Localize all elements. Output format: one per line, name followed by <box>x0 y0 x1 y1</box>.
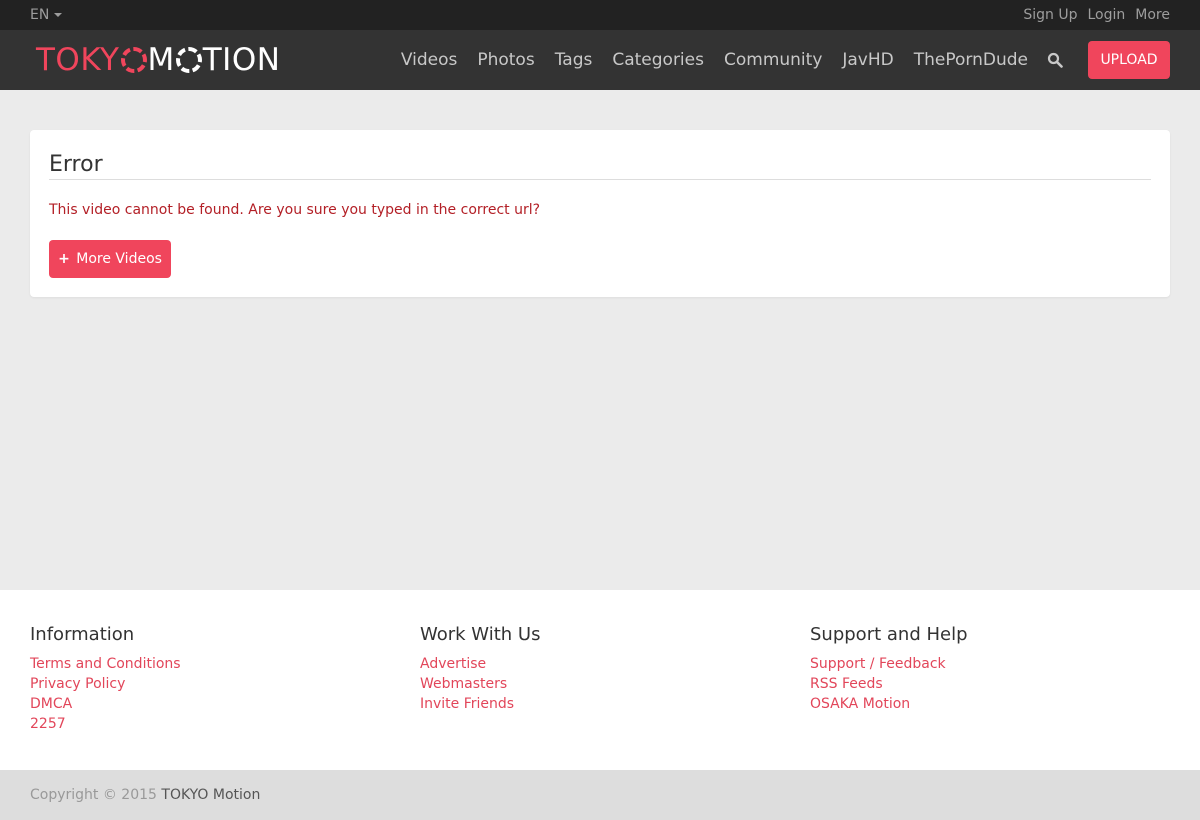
error-title: Error <box>49 152 103 177</box>
nav-item-photos[interactable]: Photos <box>477 50 534 70</box>
nav-item-categories[interactable]: Categories <box>612 50 704 70</box>
terms-link[interactable]: Terms and Conditions <box>30 654 181 674</box>
copyright-text: Copyright © 2015 <box>30 787 157 803</box>
advertise-link[interactable]: Advertise <box>420 654 540 674</box>
invite-friends-link[interactable]: Invite Friends <box>420 694 540 714</box>
language-selector[interactable]: EN <box>30 0 63 30</box>
primary-nav: Videos Photos Tags Categories Community … <box>401 30 1028 90</box>
logo-text-tokyo: TOKY <box>36 42 120 78</box>
nav-item-theporndude[interactable]: ThePornDude <box>914 50 1028 70</box>
copyright-brand: TOKYO Motion <box>161 787 261 803</box>
copyright-bar: Copyright © 2015 TOKYO Motion <box>0 770 1200 820</box>
plus-icon: + <box>58 251 70 267</box>
footer-column-work-with-us: Work With Us Advertise Webmasters Invite… <box>420 624 540 714</box>
error-message: This video cannot be found. Are you sure… <box>49 202 541 218</box>
logo-ring-icon <box>120 47 147 73</box>
footer-heading: Work With Us <box>420 624 541 645</box>
error-panel: Error This video cannot be found. Are yo… <box>30 130 1170 297</box>
upload-button[interactable]: UPLOAD <box>1088 41 1170 79</box>
2257-link[interactable]: 2257 <box>30 714 181 734</box>
main-navbar: TOKY M TION Videos Photos Tags Categories … <box>0 30 1200 90</box>
nav-item-tags[interactable]: Tags <box>555 50 593 70</box>
more-videos-button[interactable]: + More Videos <box>49 240 171 278</box>
nav-item-videos[interactable]: Videos <box>401 50 458 70</box>
logo-ring-white-icon <box>175 47 202 73</box>
footer-heading: Support and Help <box>810 624 968 645</box>
footer-column-information: Information Terms and Conditions Privacy… <box>30 624 181 734</box>
footer-heading: Information <box>30 624 135 645</box>
footer-column-support: Support and Help Support / Feedback RSS … <box>810 624 968 714</box>
nav-item-javhd[interactable]: JavHD <box>842 50 893 70</box>
language-label: EN <box>30 7 50 23</box>
chevron-down-icon <box>54 13 63 17</box>
search-icon[interactable] <box>1047 52 1063 68</box>
title-divider <box>49 179 1151 180</box>
more-videos-label: More Videos <box>76 251 162 267</box>
top-utility-bar: EN Sign Up Login More <box>0 0 1200 30</box>
more-link[interactable]: More <box>1135 0 1170 30</box>
logo-text-tion: TION <box>202 42 281 78</box>
nav-item-community[interactable]: Community <box>724 50 822 70</box>
webmasters-link[interactable]: Webmasters <box>420 674 540 694</box>
account-links: Sign Up Login More <box>1023 0 1170 30</box>
sign-up-link[interactable]: Sign Up <box>1023 0 1077 30</box>
osaka-motion-link[interactable]: OSAKA Motion <box>810 694 968 714</box>
site-footer: Information Terms and Conditions Privacy… <box>0 590 1200 770</box>
privacy-link[interactable]: Privacy Policy <box>30 674 181 694</box>
login-link[interactable]: Login <box>1088 0 1126 30</box>
site-logo[interactable]: TOKY M TION <box>36 42 280 78</box>
logo-text-m: M <box>147 42 175 78</box>
rss-feeds-link[interactable]: RSS Feeds <box>810 674 968 694</box>
support-feedback-link[interactable]: Support / Feedback <box>810 654 968 674</box>
dmca-link[interactable]: DMCA <box>30 694 181 714</box>
